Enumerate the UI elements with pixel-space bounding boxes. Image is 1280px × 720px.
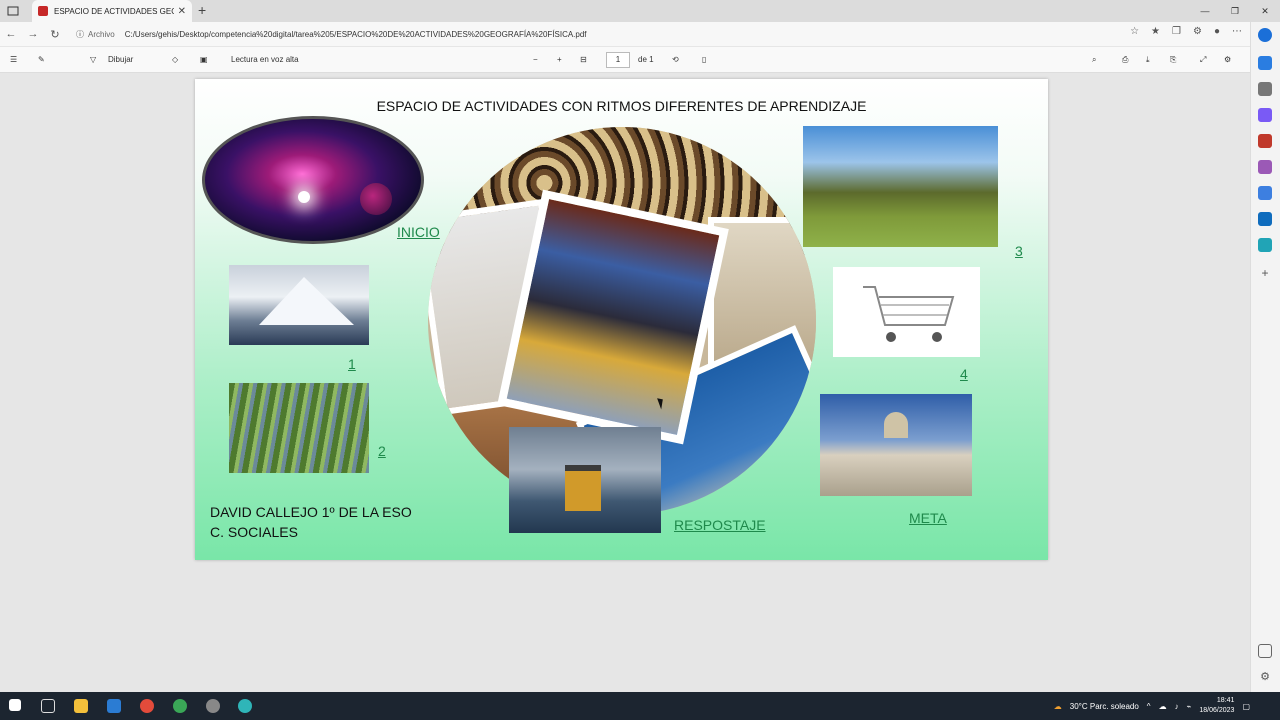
onedrive-icon[interactable]: ☁ (1159, 702, 1167, 711)
outlook-icon[interactable] (1258, 212, 1272, 226)
tab-title: ESPACIO DE ACTIVIDADES GEOG (54, 6, 174, 16)
browser-title-bar: ESPACIO DE ACTIVIDADES GEOG ✕ + — ❐ ✕ (0, 0, 1280, 22)
url-scheme-label: Archivo (88, 29, 115, 39)
file-explorer-icon[interactable] (74, 699, 88, 713)
bing-icon[interactable] (1258, 28, 1272, 42)
sidebar-layout-icon[interactable] (1258, 644, 1272, 658)
author-info: DAVID CALLEJO 1º DE LA ESO C. SOCIALES (210, 502, 412, 542)
activity-link-1[interactable]: 1 (348, 356, 356, 372)
pdf-page: ESPACIO DE ACTIVIDADES CON RITMOS DIFERE… (195, 79, 1048, 560)
mountain-image (229, 265, 369, 345)
address-bar-row: ← → ↻ ⓘ Archivo C:/Users/gehis/Desktop/c… (0, 22, 1250, 46)
clock-date: 18/06/2023 (1199, 707, 1235, 714)
rotate-icon[interactable]: ⟲ (672, 55, 679, 64)
settings-icon[interactable]: ⚙ (1224, 55, 1231, 64)
draw-icon[interactable]: ▽ (90, 55, 96, 64)
zoom-out-button[interactable]: − (533, 55, 538, 64)
extensions-icon[interactable]: ⚙ (1193, 26, 1202, 37)
volume-icon[interactable]: ♪ (1175, 702, 1179, 711)
refuel-link[interactable]: RESPOSTAJE (674, 517, 766, 533)
read-aloud-button[interactable]: Lectura en voz alta (231, 55, 299, 64)
capitol-building-image (820, 394, 972, 496)
notifications-icon[interactable] (1258, 56, 1272, 70)
page-total-label: de 1 (638, 55, 654, 64)
tray-chevron-icon[interactable]: ^ (1147, 702, 1151, 711)
forward-icon[interactable]: → (22, 28, 44, 40)
chrome-icon[interactable] (140, 699, 154, 713)
windows-taskbar: ☁ 30°C Parc. soleado ^ ☁ ♪ ⌁ 18:41 18/06… (0, 692, 1280, 720)
minimize-button[interactable]: — (1190, 0, 1220, 22)
pdf-icon (38, 6, 48, 16)
highlight-icon[interactable]: ✎ (38, 55, 45, 64)
close-window-button[interactable]: ✕ (1250, 0, 1280, 22)
favorite-star-icon[interactable]: ☆ (1130, 26, 1139, 37)
notifications-center-icon[interactable]: ▢ (1242, 702, 1250, 711)
oil-platform-image (509, 427, 661, 533)
edge-icon[interactable] (238, 699, 252, 713)
pdf-toolbar: ☰ ✎ ▽ Dibujar ◇ ▣ Lectura en voz alta − … (0, 47, 1250, 73)
drop-icon[interactable] (1258, 238, 1272, 252)
back-icon[interactable]: ← (0, 28, 22, 40)
edge-sidebar: + ⚙ (1250, 22, 1280, 692)
contents-icon[interactable]: ☰ (10, 55, 17, 64)
sidebar-settings-icon[interactable]: ⚙ (1258, 670, 1272, 684)
tools-icon[interactable] (1258, 134, 1272, 148)
zoom-in-button[interactable]: + (557, 55, 562, 64)
print-icon[interactable]: ⎙ (1122, 55, 1128, 65)
crop-fields-image (229, 383, 369, 473)
sidebar-search-icon[interactable] (1258, 82, 1272, 96)
page-number-input[interactable]: 1 (606, 52, 630, 68)
more-menu-icon[interactable]: ⋯ (1232, 26, 1242, 37)
search-icon[interactable]: ⌕ (1092, 55, 1096, 65)
shopping-cart-image (833, 267, 980, 357)
task-view-icon[interactable] (41, 699, 55, 713)
shopping-icon[interactable] (1258, 108, 1272, 122)
app-icon[interactable] (206, 699, 220, 713)
planet-shape (360, 183, 392, 215)
activity-link-4[interactable]: 4 (960, 366, 968, 382)
tab-pdf-document[interactable]: ESPACIO DE ACTIVIDADES GEOG ✕ (32, 0, 192, 22)
goal-link[interactable]: META (909, 510, 947, 526)
weather-icon[interactable]: ☁ (1054, 702, 1062, 711)
space-galaxy-image (202, 116, 424, 244)
profile-icon[interactable]: ● (1214, 26, 1220, 37)
draw-button[interactable]: Dibujar (108, 55, 133, 64)
url-text: C:/Users/gehis/Desktop/competencia%20dig… (124, 29, 587, 39)
games-icon[interactable] (1258, 160, 1272, 174)
easter-island-image (803, 126, 998, 247)
chrome-profile-icon[interactable] (173, 699, 187, 713)
add-sidebar-icon[interactable]: + (1258, 266, 1272, 280)
clock[interactable]: 18:41 18/06/2023 (1199, 696, 1234, 716)
fullscreen-icon[interactable]: ⤢ (1200, 55, 1206, 65)
window-menu-icon[interactable] (6, 4, 20, 18)
read-icon[interactable]: ▣ (200, 55, 208, 64)
collections-icon[interactable]: ❐ (1172, 26, 1181, 37)
save-as-icon[interactable]: ⎘ (1170, 55, 1176, 65)
eraser-icon[interactable]: ◇ (172, 55, 178, 64)
activity-link-3[interactable]: 3 (1015, 243, 1023, 259)
clock-time: 18:41 (1216, 697, 1235, 704)
star-glow (298, 191, 310, 203)
fit-page-icon[interactable]: ⊟ (580, 55, 587, 64)
network-icon[interactable]: ⌁ (1187, 702, 1192, 711)
system-tray: ☁ 30°C Parc. soleado ^ ☁ ♪ ⌁ 18:41 18/06… (1054, 692, 1250, 720)
author-name: DAVID CALLEJO 1º DE LA ESO (210, 504, 412, 520)
close-tab-icon[interactable]: ✕ (178, 6, 186, 17)
save-icon[interactable]: ⤓ (1146, 55, 1150, 65)
microsoft365-icon[interactable] (1258, 186, 1272, 200)
start-icon[interactable] (9, 699, 21, 711)
page-view-icon[interactable]: ▯ (702, 55, 706, 64)
new-tab-button[interactable]: + (198, 2, 206, 18)
mail-icon[interactable] (107, 699, 121, 713)
favorites-icon[interactable]: ★ (1151, 26, 1160, 37)
url-field[interactable]: ⓘ Archivo C:/Users/gehis/Desktop/compete… (76, 25, 1086, 43)
weather-text[interactable]: 30°C Parc. soleado (1070, 702, 1139, 711)
maximize-button[interactable]: ❐ (1220, 0, 1250, 22)
info-icon: ⓘ (76, 29, 84, 39)
author-subject: C. SOCIALES (210, 524, 298, 540)
activity-link-2[interactable]: 2 (378, 443, 386, 459)
refresh-icon[interactable]: ↻ (44, 28, 66, 41)
document-title: ESPACIO DE ACTIVIDADES CON RITMOS DIFERE… (376, 98, 867, 114)
